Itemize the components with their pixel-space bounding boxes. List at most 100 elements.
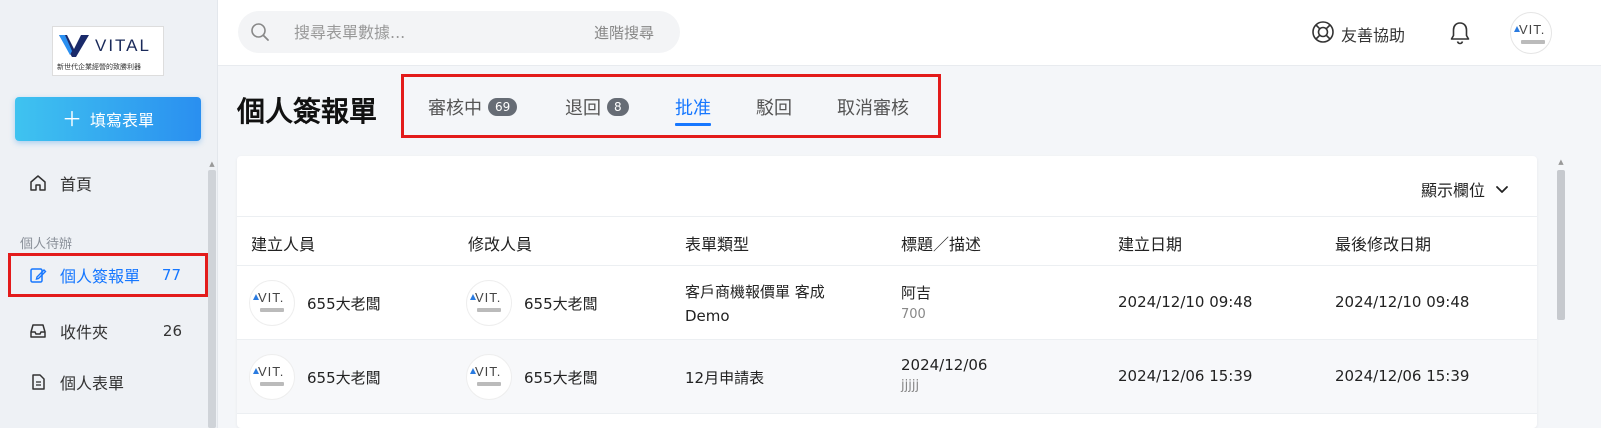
page-title: 個人簽報單 [237, 95, 378, 128]
sidebar: VITAL 新世代企業經營的致勝利器 ＋ 填寫表單 首頁 個人待辦 個人簽報單 … [0, 0, 218, 428]
title-cell: 阿吉 700 [901, 282, 931, 322]
modifier-name: 655大老闆 [524, 294, 598, 313]
form-type: 客戶商機報價單 客成 [685, 283, 825, 301]
sidebar-item-personal-forms[interactable]: 個人表單 [12, 360, 204, 404]
tab-returned[interactable]: 退回 8 [565, 95, 629, 119]
title-text: 2024/12/06 [901, 356, 988, 374]
tab-approved[interactable]: 批准 [675, 95, 711, 126]
table-row[interactable]: VIT. 655大老闆 VIT. 655大老闆 12月申請表 2024/12/0… [237, 340, 1537, 414]
avatar-text: VIT. [258, 364, 285, 379]
tab-label: 批准 [675, 98, 711, 119]
avatar-subtext-mark [477, 382, 501, 386]
section-label-personal-todo: 個人待辦 [20, 237, 73, 252]
plus-icon: ＋ [61, 107, 82, 131]
notification-bell-icon[interactable] [1448, 20, 1472, 50]
top-header: 進階搜尋 友善協助 VIT. [218, 0, 1601, 66]
forms-table-card: 顯示欄位 建立人員 修改人員 表單類型 標題／描述 建立日期 最後修改日期 VI… [237, 156, 1537, 428]
avatar-subtext-mark [260, 382, 284, 386]
tab-count-badge: 69 [488, 98, 518, 116]
table-row[interactable]: VIT. 655大老闆 VIT. 655大老闆 客戶商機報價單 客成 Demo … [237, 266, 1537, 340]
search-icon[interactable] [250, 22, 270, 46]
sidebar-item-label: 個人表單 [60, 374, 125, 393]
document-icon [28, 372, 48, 392]
main-scroll-up-icon[interactable]: ▲ [1557, 158, 1565, 166]
form-type: 12月申請表 [685, 369, 765, 387]
avatar-subtext-mark [1521, 40, 1545, 44]
search-input[interactable] [294, 21, 544, 43]
modifier-name: 655大老闆 [524, 368, 598, 387]
search-bar: 進階搜尋 [238, 11, 680, 53]
fill-form-label: 填寫表單 [89, 111, 154, 130]
brand-name: VITAL [95, 36, 151, 55]
sidebar-scroll-up-icon[interactable]: ▲ [208, 160, 216, 168]
status-tabs: 審核中 69 退回 8 批准 駁回 取消審核 [401, 74, 941, 138]
sidebar-item-label: 首頁 [60, 175, 93, 194]
column-header-modifier[interactable]: 修改人員 [468, 231, 532, 255]
created-date: 2024/12/10 09:48 [1118, 293, 1253, 311]
tab-count-badge: 8 [607, 98, 629, 116]
modifier-cell: VIT. 655大老闆 [466, 280, 598, 326]
sidebar-item-count: 26 [162, 322, 182, 340]
form-type-line2: Demo [685, 307, 730, 325]
help-button[interactable]: 友善協助 [1311, 20, 1405, 48]
tab-label: 審核中 [428, 98, 482, 119]
form-type-cell: 客戶商機報價單 客成 Demo [685, 280, 825, 328]
tab-rejected[interactable]: 駁回 [756, 95, 792, 119]
tab-under-review[interactable]: 審核中 69 [428, 95, 518, 119]
title-cell: 2024/12/06 jjjjj [901, 356, 987, 393]
creator-cell: VIT. 655大老闆 [249, 280, 381, 326]
sidebar-item-count: 77 [161, 266, 181, 284]
description-text: jjjjj [901, 378, 920, 393]
tab-label: 取消審核 [837, 98, 909, 119]
user-avatar[interactable]: VIT. [1510, 12, 1552, 54]
title-text: 阿吉 [901, 284, 932, 302]
modified-date: 2024/12/06 15:39 [1335, 367, 1470, 385]
avatar-text: VIT. [258, 290, 285, 305]
tab-label: 駁回 [756, 98, 792, 119]
show-columns-dropdown[interactable]: 顯示欄位 [1421, 177, 1509, 201]
form-edit-icon [28, 265, 48, 285]
avatar-text: VIT. [1519, 22, 1546, 37]
created-date: 2024/12/06 15:39 [1118, 367, 1253, 385]
lifebuoy-icon [1311, 20, 1335, 48]
table-header: 建立人員 修改人員 表單類型 標題／描述 建立日期 最後修改日期 [237, 216, 1537, 266]
inbox-icon [28, 321, 48, 341]
main-scrollbar[interactable] [1557, 170, 1565, 320]
tab-label: 退回 [565, 98, 601, 119]
fill-form-button[interactable]: ＋ 填寫表單 [15, 97, 201, 141]
modified-date: 2024/12/10 09:48 [1335, 293, 1470, 311]
creator-cell: VIT. 655大老闆 [249, 354, 381, 400]
avatar: VIT. [466, 280, 512, 326]
sidebar-item-personal-forms-signoff[interactable]: 個人簽報單 77 [8, 253, 208, 297]
modifier-cell: VIT. 655大老闆 [466, 354, 598, 400]
avatar-subtext-mark [477, 308, 501, 312]
avatar-text: VIT. [475, 290, 502, 305]
creator-name: 655大老闆 [307, 368, 381, 387]
form-type-cell: 12月申請表 [685, 367, 764, 388]
creator-name: 655大老闆 [307, 294, 381, 313]
chevron-down-icon [1495, 180, 1509, 199]
avatar: VIT. [249, 280, 295, 326]
sidebar-item-label: 收件夾 [60, 323, 109, 342]
column-header-creator[interactable]: 建立人員 [251, 231, 315, 255]
vital-logo-mark-icon [59, 35, 89, 57]
avatar: VIT. [466, 354, 512, 400]
description-text: 700 [901, 307, 926, 322]
show-columns-label: 顯示欄位 [1420, 181, 1485, 200]
column-header-created[interactable]: 建立日期 [1118, 231, 1182, 255]
brand-tagline: 新世代企業經營的致勝利器 [57, 64, 141, 71]
column-header-title[interactable]: 標題／描述 [901, 231, 981, 255]
vital-logo[interactable]: VITAL 新世代企業經營的致勝利器 [52, 26, 164, 76]
avatar-text: VIT. [475, 364, 502, 379]
avatar: VIT. [249, 354, 295, 400]
help-label: 友善協助 [1341, 26, 1406, 45]
sidebar-item-home[interactable]: 首頁 [12, 161, 204, 205]
avatar-subtext-mark [260, 308, 284, 312]
advanced-search-link[interactable]: 進階搜尋 [594, 22, 654, 43]
sidebar-item-label: 個人簽報單 [60, 267, 141, 286]
tab-cancelled[interactable]: 取消審核 [837, 95, 909, 119]
sidebar-item-inbox[interactable]: 收件夾 26 [12, 309, 204, 353]
sidebar-scrollbar[interactable] [208, 170, 216, 428]
column-header-form-type[interactable]: 表單類型 [685, 231, 749, 255]
column-header-modified[interactable]: 最後修改日期 [1335, 231, 1431, 255]
